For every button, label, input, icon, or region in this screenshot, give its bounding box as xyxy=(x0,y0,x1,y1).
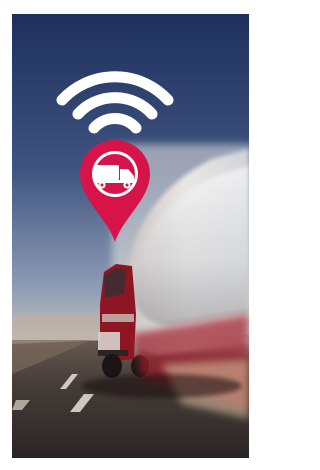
wifi-icon xyxy=(56,71,174,134)
image-frame xyxy=(0,0,249,470)
location-pin-icon xyxy=(80,140,150,242)
overlay-graphics xyxy=(56,71,174,242)
icon-overlay xyxy=(12,14,249,458)
